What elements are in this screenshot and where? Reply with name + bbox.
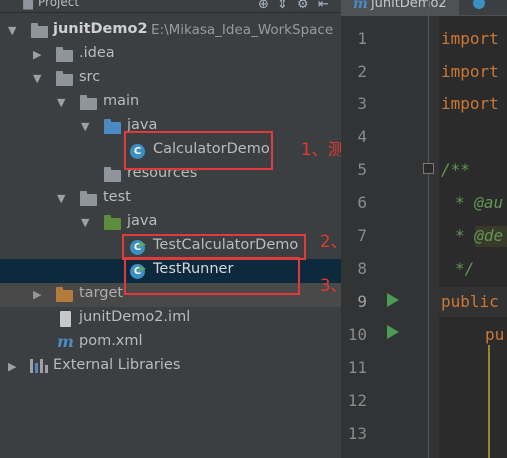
annotation-test-class: 1、测试类 xyxy=(301,140,341,159)
tree-item-pom[interactable]: m pom.xml xyxy=(0,331,341,355)
folder-icon xyxy=(56,47,73,62)
tree-item-src[interactable]: ▼ src xyxy=(0,67,341,91)
tab-label: junitDemo2 xyxy=(371,0,447,11)
maven-icon: m xyxy=(353,0,368,12)
tree-label: main xyxy=(103,93,140,109)
line-number: 10 xyxy=(347,325,367,344)
project-tool-window: ■ Project ⊕ ⇕ ⚙ ⇤ ▼ junitDemo2 E:\Mikasa… xyxy=(0,0,341,458)
tree-item-idea[interactable]: ▶ .idea xyxy=(0,43,341,67)
tree-label: target xyxy=(79,285,124,301)
expand-arrow-icon[interactable]: ▼ xyxy=(8,24,16,37)
run-icon[interactable] xyxy=(387,293,399,307)
tree-item-test[interactable]: ▼ test xyxy=(0,187,341,211)
line-number: 5 xyxy=(357,160,367,179)
collapse-arrow-icon[interactable]: ▶ xyxy=(33,48,41,61)
tree-label: .idea xyxy=(79,45,115,61)
code-line: import xyxy=(441,94,499,113)
project-icon: ■ xyxy=(22,0,35,12)
line-number: 4 xyxy=(357,127,367,146)
folder-icon xyxy=(80,191,97,206)
collapse-arrow-icon[interactable]: ▶ xyxy=(33,288,41,301)
code-line: /** xyxy=(441,160,470,179)
code-line: pu xyxy=(485,325,505,344)
collapse-icon[interactable]: ⇕ xyxy=(277,0,288,12)
collapse-arrow-icon[interactable]: ▶ xyxy=(8,360,16,373)
code-line: import xyxy=(441,62,499,81)
tree-label: pom.xml xyxy=(79,333,143,349)
expand-arrow-icon[interactable]: ▼ xyxy=(57,96,65,109)
highlight-box-calculator-demo xyxy=(124,131,273,170)
gear-icon[interactable]: ⚙ xyxy=(297,0,309,12)
line-number: 2 xyxy=(357,62,367,81)
resources-folder-icon xyxy=(104,167,121,182)
tree-item-main[interactable]: ▼ main xyxy=(0,91,341,115)
line-number: 7 xyxy=(357,226,367,245)
tree-item-iml[interactable]: junitDemo2.iml xyxy=(0,307,341,331)
expand-arrow-icon[interactable]: ▼ xyxy=(81,120,89,133)
run-icon[interactable] xyxy=(387,325,399,339)
test-folder-icon xyxy=(104,215,121,230)
iml-file-icon xyxy=(60,311,71,327)
hide-icon[interactable]: ⇤ xyxy=(318,0,329,12)
line-number: 9 xyxy=(357,292,367,311)
locate-icon[interactable]: ⊕ xyxy=(258,0,269,12)
source-folder-icon xyxy=(104,119,121,134)
tree-label: java xyxy=(127,213,158,229)
expand-arrow-icon[interactable]: ▼ xyxy=(81,216,89,229)
line-number: 8 xyxy=(357,259,367,278)
code-editor[interactable]: m junitDemo2 1 2 3 4 5 6 7 8 9 10 11 12 … xyxy=(341,0,507,458)
code-line: public xyxy=(441,292,499,311)
tree-label: test xyxy=(103,189,131,205)
excluded-folder-icon xyxy=(56,287,73,302)
tree-label: junitDemo2.iml xyxy=(79,309,191,325)
indent-guide xyxy=(488,345,490,458)
fold-guide xyxy=(428,0,429,458)
line-number: 12 xyxy=(347,391,367,410)
tab-junitdemo2[interactable]: m junitDemo2 xyxy=(341,0,459,15)
expand-arrow-icon[interactable]: ▼ xyxy=(33,72,41,85)
libraries-icon xyxy=(30,359,48,373)
line-number: 1 xyxy=(357,29,367,48)
tree-label: External Libraries xyxy=(53,357,181,373)
editor-tabs: m junitDemo2 xyxy=(341,0,507,16)
line-number: 11 xyxy=(347,358,367,377)
expand-arrow-icon[interactable]: ▼ xyxy=(57,192,65,205)
line-number: 6 xyxy=(357,193,367,212)
maven-icon: m xyxy=(57,332,74,351)
code-line: */ xyxy=(455,259,475,278)
editor-gutter: 1 2 3 4 5 6 7 8 9 10 11 12 13 xyxy=(341,16,439,458)
line-number: 13 xyxy=(347,424,367,443)
tree-item-external-libraries[interactable]: ▶ External Libraries xyxy=(0,355,341,379)
project-panel-header: ■ Project ⊕ ⇕ ⚙ ⇤ xyxy=(0,0,341,13)
line-number: 3 xyxy=(357,94,367,113)
project-name: junitDemo2 xyxy=(53,21,148,37)
project-path: E:\Mikasa_Idea_WorkSpace xyxy=(151,22,334,38)
code-line: import xyxy=(441,29,499,48)
folder-icon xyxy=(56,71,73,86)
fold-toggle-icon[interactable] xyxy=(423,163,434,174)
folder-icon xyxy=(80,95,97,110)
tree-item-test-java[interactable]: ▼ java xyxy=(0,211,341,235)
annotation-class-under-test: 2、被测试类 xyxy=(320,232,341,251)
tree-label: src xyxy=(79,69,101,85)
panel-title[interactable]: Project xyxy=(38,0,79,9)
tree-item-project[interactable]: ▼ junitDemo2 E:\Mikasa_Idea_WorkSpace xyxy=(0,19,341,43)
folder-icon xyxy=(31,23,48,38)
code-line: * @au xyxy=(455,193,504,212)
code-line: * @de xyxy=(455,226,504,245)
highlight-box-test-runner xyxy=(124,257,300,295)
class-icon[interactable] xyxy=(473,0,485,9)
annotation-run-test: 3、执行测试 xyxy=(320,276,341,295)
